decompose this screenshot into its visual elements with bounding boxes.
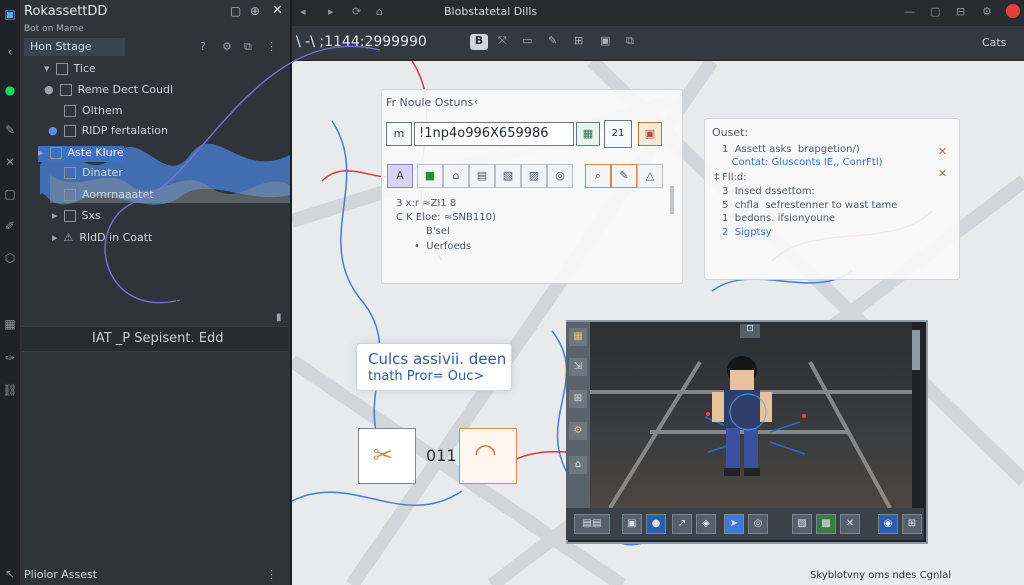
vp-tool-2-icon[interactable]: ⇲ bbox=[569, 358, 587, 376]
vp-tool-1-icon[interactable]: ▦ bbox=[569, 328, 587, 346]
props-line-3: B'sel bbox=[426, 226, 450, 237]
image-thumb-icon[interactable]: ▣ bbox=[638, 122, 662, 146]
vp-tool-5-icon[interactable]: ⌂ bbox=[569, 456, 587, 474]
vp-bottom-8-icon[interactable]: ▧ bbox=[792, 514, 812, 534]
asset-id-input[interactable]: !1np4o996X659986 bbox=[414, 122, 574, 146]
vp-tool-4-icon[interactable]: ⚙ bbox=[569, 422, 587, 440]
text-tool-icon[interactable]: A bbox=[387, 164, 413, 188]
vp-handle-icon[interactable]: ⊡ bbox=[740, 324, 760, 338]
id-prefix-field[interactable]: m bbox=[386, 122, 412, 146]
node-b-icon: ◠ bbox=[474, 439, 497, 469]
info-title: Ouset: bbox=[712, 126, 749, 139]
note-line-1: Culcs assivii. deen bbox=[368, 350, 507, 368]
vp-bottom-11-icon[interactable]: ◉ bbox=[878, 514, 898, 534]
node-a[interactable]: ✂ bbox=[358, 428, 416, 484]
node-b[interactable]: ◠ bbox=[459, 428, 517, 484]
tool-row: A ■ ⌂ ▤ ▧ ▨ ◎ ⌕ ✎ △ bbox=[387, 164, 677, 188]
fill-tool-icon[interactable]: ■ bbox=[417, 164, 443, 188]
props-line-1: 3 x:r ≈ZI1 8 bbox=[396, 198, 457, 209]
props-line-2: C K Eloe: ≈SNB110) bbox=[396, 212, 496, 223]
info-line-6: 1 bedons. ifsionyoune bbox=[722, 213, 836, 224]
triangle-tool-icon[interactable]: △ bbox=[637, 164, 663, 188]
properties-header: Fr Noule Ostuns bbox=[386, 96, 474, 109]
vp-scrollbar[interactable] bbox=[912, 330, 920, 370]
vp-bottom-6-icon[interactable]: ➤ bbox=[724, 514, 744, 534]
props-bullet: • Uerfoeds bbox=[414, 241, 472, 252]
info-line-3: ‡ Fll:d: bbox=[714, 172, 747, 183]
vp-bottom-5-icon[interactable]: ◈ bbox=[696, 514, 716, 534]
zoom-tool-icon[interactable]: ⌕ bbox=[585, 164, 611, 188]
node-a-icon: ✂ bbox=[373, 441, 394, 469]
viewport-sidebar bbox=[566, 322, 590, 508]
spin-value[interactable]: 21 bbox=[604, 120, 632, 148]
image-tool-icon[interactable]: ▨ bbox=[521, 164, 547, 188]
vp-bottom-7-icon[interactable]: ◎ bbox=[748, 514, 768, 534]
vp-bottom-2-icon[interactable]: ▣ bbox=[622, 514, 642, 534]
info-line-7: 2 Sigptsy bbox=[722, 227, 772, 238]
vp-tool-3-icon[interactable]: ⊞ bbox=[569, 390, 587, 408]
doc-tool-icon[interactable]: ▧ bbox=[495, 164, 521, 188]
note-line-2: tnath Pror= Ouc> bbox=[368, 369, 485, 384]
vp-bottom-9-icon[interactable]: ▩ bbox=[816, 514, 836, 534]
vp-bottom-10-icon[interactable]: ✕ bbox=[840, 514, 860, 534]
info-line-1: 1 Assett asks brapgetion/) bbox=[722, 144, 860, 155]
collapse-chevron-icon[interactable]: ‹ bbox=[474, 95, 478, 108]
remove-icon[interactable]: ✕ bbox=[938, 167, 947, 180]
vp-bottom-1-icon[interactable]: ▤▤ bbox=[574, 514, 610, 534]
vp-bottom-12-icon[interactable]: ⊞ bbox=[902, 514, 922, 534]
node-number: 011 bbox=[426, 446, 457, 465]
vp-bottom-3-icon[interactable]: ● bbox=[646, 514, 666, 534]
info-line-5: 5 chfla sefrestenner to wast tame bbox=[722, 200, 898, 211]
info-line-2: Contat: Glusconts IE,, ConrFtl) bbox=[722, 157, 883, 168]
info-line-4: 3 Insed dssettom: bbox=[722, 186, 815, 197]
home-tool-icon[interactable]: ⌂ bbox=[443, 164, 469, 188]
status-right: Skyblotvny oms ndes Cgnlal bbox=[810, 570, 952, 581]
list-tool-icon[interactable]: ▤ bbox=[469, 164, 495, 188]
props-scrollbar[interactable] bbox=[670, 186, 674, 214]
grid-toggle-icon[interactable]: ▦ bbox=[576, 122, 600, 146]
info-panel bbox=[704, 118, 960, 280]
scene-render bbox=[590, 356, 912, 508]
target-tool-icon[interactable]: ◎ bbox=[547, 164, 573, 188]
remove-icon[interactable]: ✕ bbox=[938, 145, 947, 158]
pen-tool-icon[interactable]: ✎ bbox=[611, 164, 637, 188]
viewport-toolbar: ▤▤ ▣ ● ↗ ◈ ➤ ◎ ▧ ▩ ✕ ◉ ⊞ bbox=[566, 508, 924, 540]
vp-bottom-4-icon[interactable]: ↗ bbox=[672, 514, 692, 534]
